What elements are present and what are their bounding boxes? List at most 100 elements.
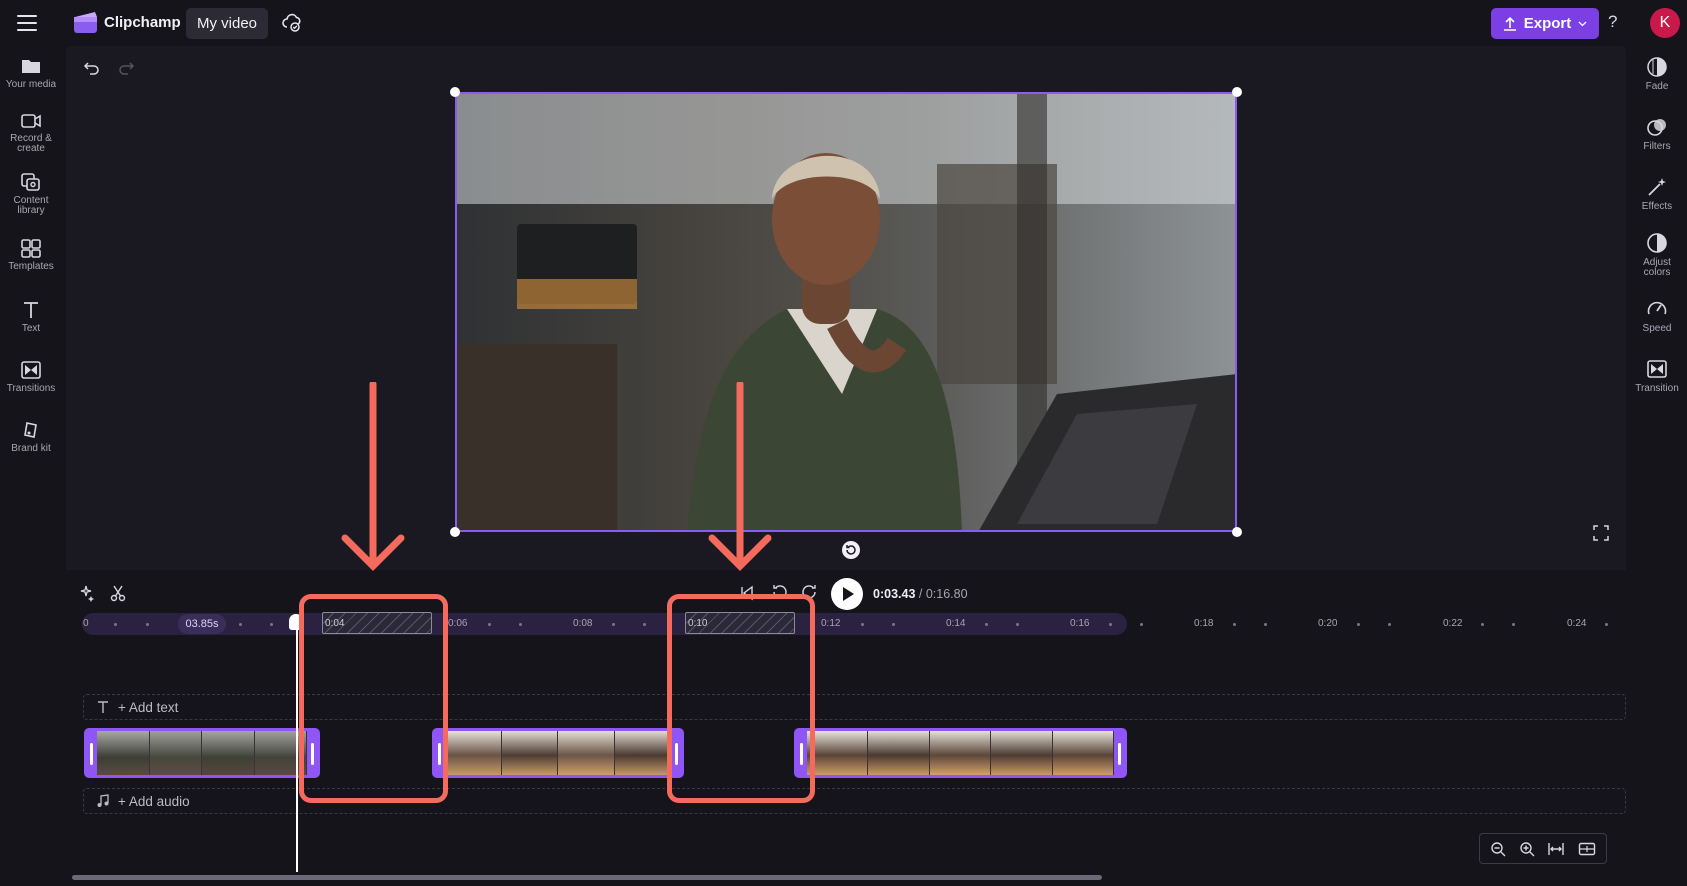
ruler-label: 0:12 xyxy=(821,618,841,629)
resize-handle-top-right[interactable] xyxy=(1232,87,1242,97)
camera-icon xyxy=(21,114,41,128)
split-scissors-icon[interactable] xyxy=(109,584,127,607)
project-title[interactable]: My video xyxy=(186,8,268,39)
play-button[interactable] xyxy=(831,578,863,610)
ruler-dot xyxy=(146,623,149,626)
fade-icon xyxy=(1647,57,1667,77)
ruler-dot xyxy=(1388,623,1391,626)
ruler-dot xyxy=(612,623,615,626)
timeline-scrollbar[interactable] xyxy=(72,875,1102,880)
total-time: 0:16.80 xyxy=(925,587,968,601)
folder-icon xyxy=(22,60,40,73)
sidebar-item-filters[interactable]: Filters xyxy=(1626,116,1687,152)
left-sidebar: Your media Record & create Content libra… xyxy=(0,46,62,886)
ruler-label: 0 xyxy=(83,618,89,629)
video-preview[interactable] xyxy=(455,92,1237,532)
annotation-highlight-box xyxy=(667,594,815,803)
ruler-dot xyxy=(892,623,895,626)
filters-icon xyxy=(1647,119,1666,136)
app-name: Clipchamp xyxy=(104,14,181,31)
clip-trim-handle-left[interactable] xyxy=(90,743,93,765)
sidebar-item-label: Content library xyxy=(13,195,49,216)
playhead-line[interactable] xyxy=(296,620,298,872)
ruler-dot xyxy=(861,623,864,626)
export-button[interactable]: Export xyxy=(1491,8,1599,39)
sidebar-item-fade[interactable]: Fade xyxy=(1626,56,1687,92)
ruler-dot xyxy=(1512,623,1515,626)
sidebar-item-content-library[interactable]: Content library xyxy=(0,172,62,216)
ruler-dot xyxy=(114,623,117,626)
upload-icon xyxy=(1503,16,1516,31)
ruler-dot xyxy=(985,623,988,626)
rotate-icon[interactable] xyxy=(841,540,861,565)
sidebar-item-text[interactable]: Text xyxy=(0,300,62,334)
templates-icon xyxy=(21,239,41,258)
magic-wand-icon[interactable] xyxy=(78,584,96,607)
clip-thumbnails xyxy=(97,731,307,775)
current-time: 0:03.43 xyxy=(873,587,916,601)
sidebar-item-record-create[interactable]: Record & create xyxy=(0,112,62,154)
ruler-dot xyxy=(1357,623,1360,626)
effects-icon xyxy=(1648,178,1666,196)
ruler-dot xyxy=(1233,623,1236,626)
export-label: Export xyxy=(1523,15,1572,32)
fit-to-width-icon[interactable] xyxy=(1547,841,1565,857)
sidebar-item-brand-kit[interactable]: Brand kit xyxy=(0,420,62,454)
transitions-icon xyxy=(21,361,41,379)
clip-thumbnails xyxy=(807,731,1115,775)
sidebar-item-transition[interactable]: Transition xyxy=(1626,358,1687,394)
content-library-icon xyxy=(21,173,40,191)
help-icon[interactable]: ? xyxy=(1608,12,1617,32)
ruler-dot xyxy=(1264,623,1267,626)
sidebar-item-your-media[interactable]: Your media xyxy=(0,56,62,90)
top-bar: Clipchamp My video Export ? K xyxy=(0,0,1687,46)
ruler-label: 0:18 xyxy=(1194,618,1214,629)
sidebar-item-adjust-colors[interactable]: Adjust colors xyxy=(1626,232,1687,278)
sidebar-item-label: Templates xyxy=(8,261,54,272)
cloud-saved-icon[interactable] xyxy=(281,12,303,34)
sidebar-item-templates[interactable]: Templates xyxy=(0,238,62,272)
text-icon xyxy=(98,701,108,713)
sidebar-item-effects[interactable]: Effects xyxy=(1626,176,1687,212)
avatar[interactable]: K xyxy=(1650,8,1680,38)
sidebar-item-label: Filters xyxy=(1643,141,1671,152)
hamburger-menu-icon[interactable] xyxy=(14,12,40,34)
sidebar-item-label: Brand kit xyxy=(11,443,51,454)
video-clip[interactable] xyxy=(794,728,1127,778)
sidebar-item-label: Record & create xyxy=(10,133,52,154)
resize-handle-bottom-left[interactable] xyxy=(450,527,460,537)
ruler-label: 0:16 xyxy=(1070,618,1090,629)
play-icon xyxy=(843,587,854,601)
ruler-label: 0:08 xyxy=(573,618,593,629)
sidebar-item-label: Text xyxy=(21,323,41,334)
zoom-out-icon[interactable] xyxy=(1490,841,1506,857)
sidebar-item-label: Effects xyxy=(1641,201,1673,212)
sidebar-item-transitions[interactable]: Transitions xyxy=(0,360,62,394)
timeline-size-icon[interactable] xyxy=(1578,841,1596,857)
speed-icon xyxy=(1647,301,1667,315)
resize-handle-top-left[interactable] xyxy=(450,87,460,97)
ruler-dot xyxy=(488,623,491,626)
video-clip[interactable] xyxy=(84,728,320,778)
add-text-label: + Add text xyxy=(118,699,179,715)
video-frame-image xyxy=(457,94,1235,530)
chevron-down-icon xyxy=(1578,21,1587,26)
zoom-in-icon[interactable] xyxy=(1519,841,1535,857)
ruler-label: 0:20 xyxy=(1318,618,1338,629)
sidebar-item-label: Fade xyxy=(1645,81,1669,92)
annotation-highlight-box xyxy=(299,594,448,803)
undo-icon[interactable] xyxy=(83,59,101,82)
ruler-label: 0:06 xyxy=(448,618,468,629)
resize-handle-bottom-right[interactable] xyxy=(1232,527,1242,537)
right-sidebar: Fade Filters Effects Adjust colors Speed… xyxy=(1626,46,1687,886)
ruler-dot xyxy=(270,623,273,626)
sidebar-item-label: Transition xyxy=(1635,383,1679,394)
clip-trim-handle-right[interactable] xyxy=(1118,743,1121,765)
fullscreen-icon[interactable] xyxy=(1592,524,1610,547)
clip-thumbnails xyxy=(445,731,671,775)
ruler-label: 0:24 xyxy=(1567,618,1587,629)
redo-icon[interactable] xyxy=(117,59,135,82)
ruler-dot xyxy=(643,623,646,626)
video-clip[interactable] xyxy=(432,728,684,778)
sidebar-item-speed[interactable]: Speed xyxy=(1626,298,1687,334)
